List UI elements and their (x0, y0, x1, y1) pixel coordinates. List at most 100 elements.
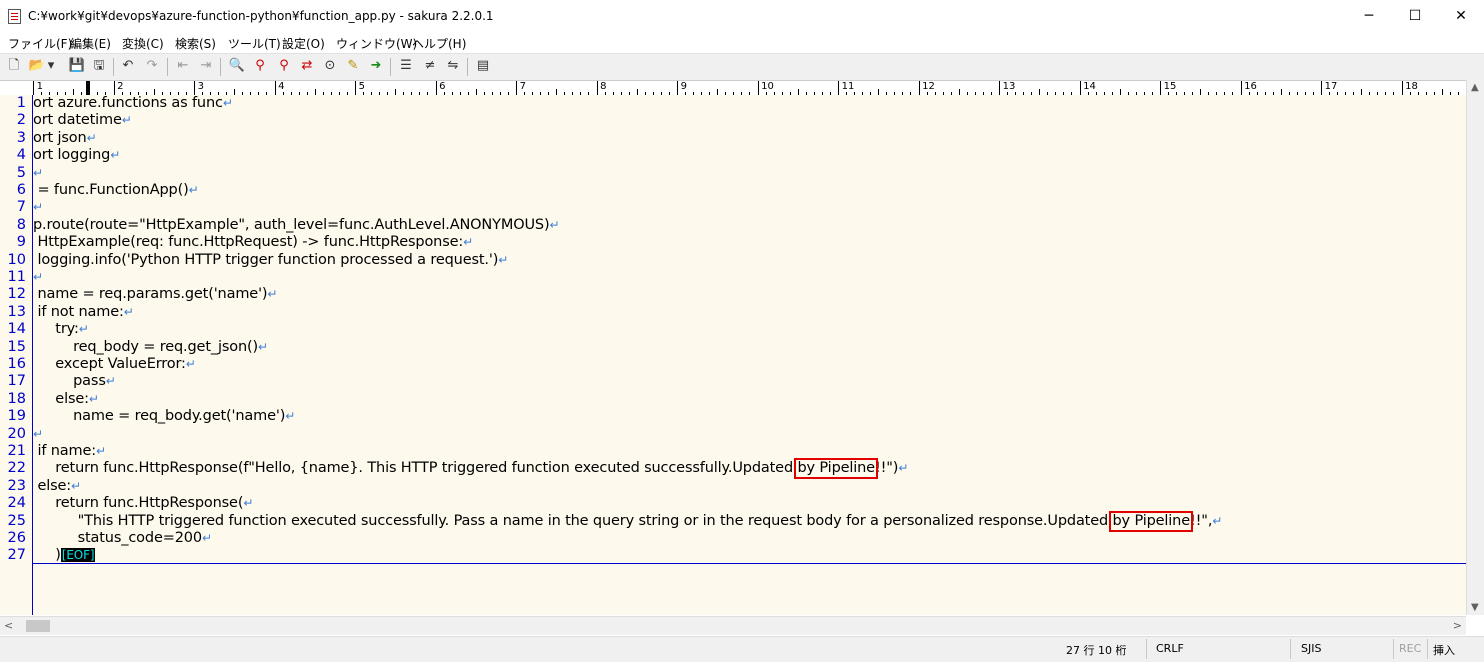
ruler-tick (516, 81, 517, 95)
menu-settings[interactable]: 設定(O) (282, 35, 325, 52)
encoding-indicator[interactable]: SJIS (1301, 642, 1321, 655)
status-separator (1290, 639, 1291, 659)
vertical-scrollbar[interactable]: ▲ ▼ (1466, 80, 1484, 615)
crlf-mark-icon: ↵ (1212, 513, 1223, 528)
highlight-box-line-25 (1109, 510, 1193, 532)
settings-icon[interactable]: ▤ (474, 57, 492, 75)
code-line[interactable]: status_code=200↵ (33, 530, 212, 548)
code-line[interactable]: name = req.params.get('name')↵ (33, 286, 277, 304)
maximize-button[interactable]: ☐ (1392, 0, 1438, 32)
scroll-down-arrow-icon[interactable]: ▼ (1471, 602, 1479, 613)
line-ending-indicator[interactable]: CRLF (1156, 642, 1184, 655)
line-number: 20 (7, 425, 26, 442)
move-next-icon[interactable]: ⇥ (197, 57, 215, 75)
jump-icon[interactable]: ➜ (367, 57, 385, 75)
horizontal-scroll-thumb[interactable] (26, 620, 50, 632)
ruler-label: 17 (1324, 81, 1338, 92)
grep-icon[interactable]: ⊙ (321, 57, 339, 75)
ruler-tick (274, 81, 276, 95)
code-line-text: return func.HttpResponse(f"Hello, {name}… (33, 460, 899, 477)
line-number: 9 (16, 234, 26, 251)
ruler-label: 10 (761, 81, 774, 92)
status-separator (1146, 639, 1147, 659)
line-number: 16 (7, 356, 26, 372)
undo-icon[interactable]: ↶ (119, 57, 137, 75)
status-separator (1427, 639, 1428, 659)
redo-icon[interactable]: ↷ (143, 57, 161, 75)
new-file-icon[interactable]: 🗋 (5, 57, 23, 75)
eof-marker: [EOF] (60, 548, 96, 563)
code-line[interactable]: else:↵ (33, 391, 99, 409)
dropdown-icon[interactable]: ▾ (46, 57, 56, 75)
menu-window[interactable]: ウィンドウ(W) (336, 35, 417, 52)
ruler-tick (838, 81, 839, 95)
menu-file[interactable]: ファイル(F) (8, 35, 72, 52)
code-line-text: try: (33, 321, 79, 338)
code-line[interactable]: logging.info('Python HTTP trigger functi… (33, 252, 508, 270)
compare-icon[interactable]: ⇋ (444, 57, 462, 75)
save-all-icon[interactable]: 🖫 (90, 57, 108, 75)
code-line[interactable]: if not name:↵ (33, 304, 133, 322)
menu-help[interactable]: ヘルプ(H) (412, 35, 466, 52)
line-number: 15 (7, 338, 26, 355)
ruler-tick (33, 81, 34, 95)
code-line[interactable]: p.route(route="HttpExample", auth_level=… (33, 217, 560, 235)
scroll-up-arrow-icon[interactable]: ▲ (1471, 82, 1479, 93)
code-line[interactable]: name = req_body.get('name')↵ (33, 408, 295, 426)
menu-edit[interactable]: 編集(E) (70, 35, 111, 52)
ruler-label: 8 (600, 81, 607, 92)
menu-search[interactable]: 検索(S) (175, 35, 216, 52)
code-text-area[interactable]: ort azure.functions as func↵ ort datetime… (33, 95, 1466, 615)
code-line[interactable]: ort datetime↵ (33, 112, 132, 130)
rec-indicator: REC (1399, 642, 1422, 655)
code-line[interactable]: HttpExample(req: func.HttpRequest) -> fu… (33, 234, 473, 252)
horizontal-scrollbar[interactable]: < > (0, 616, 1466, 635)
scroll-right-arrow-icon[interactable]: > (1453, 619, 1462, 632)
search-next-icon[interactable]: ⚲ (251, 57, 269, 75)
code-line[interactable]: ort azure.functions as func↵ (33, 95, 233, 113)
scroll-left-arrow-icon[interactable]: < (4, 619, 13, 632)
search-icon[interactable]: 🔍 (228, 57, 246, 75)
sakura-app-icon (8, 9, 21, 24)
code-line[interactable]: ↵ (33, 199, 43, 217)
code-line[interactable]: except ValueError:↵ (33, 356, 196, 374)
code-line[interactable]: return func.HttpResponse(↵ (33, 495, 253, 513)
code-line[interactable]: ↵ (33, 165, 43, 183)
close-button[interactable]: ✕ (1438, 0, 1484, 32)
toolbar-separator (167, 58, 168, 76)
outline-icon[interactable]: ☰ (397, 57, 415, 75)
code-line[interactable]: pass↵ (33, 373, 116, 391)
code-line[interactable]: if name:↵ (33, 443, 106, 461)
diff-icon[interactable]: ≠ (421, 57, 439, 75)
code-line-text: ort azure.functions as func (33, 95, 223, 111)
code-line[interactable]: return func.HttpResponse(f"Hello, {name}… (33, 460, 908, 478)
code-line-text: return func.HttpResponse( (33, 495, 244, 512)
menu-tools[interactable]: ツール(T) (228, 35, 281, 52)
code-line[interactable]: ↵ (33, 269, 43, 287)
minimize-button[interactable]: ─ (1346, 0, 1392, 32)
search-prev-icon[interactable]: ⚲ (275, 57, 293, 75)
save-icon[interactable]: 💾 (68, 57, 86, 75)
replace-icon[interactable]: ⇄ (298, 57, 316, 75)
code-line[interactable]: = func.FunctionApp()↵ (33, 182, 198, 200)
code-line[interactable]: ort json↵ (33, 130, 97, 148)
code-line[interactable]: ↵ (33, 426, 43, 444)
ruler-tick (596, 81, 598, 95)
code-line-text: else: (33, 477, 72, 494)
crlf-mark-icon: ↵ (33, 200, 43, 215)
editor-area[interactable]: 1 2 3 4 5 6 7 8 9 10 11 12 13 14 15 16 17 18 19 20 21 22 23 24 2… (0, 95, 1466, 615)
code-line-text: status_code=200 (33, 530, 203, 546)
open-folder-icon[interactable]: 📂 (28, 57, 46, 75)
insert-mode-indicator[interactable]: 挿入 (1433, 642, 1455, 658)
code-line[interactable]: ort logging↵ (33, 147, 120, 165)
move-prev-icon[interactable]: ⇤ (174, 57, 192, 75)
code-line[interactable]: req_body = req.get_json()↵ (33, 339, 268, 357)
code-line[interactable]: try:↵ (33, 321, 89, 339)
code-line[interactable]: "This HTTP triggered function executed s… (33, 513, 1223, 531)
crlf-mark-icon: ↵ (258, 339, 268, 354)
menu-convert[interactable]: 変換(C) (122, 35, 164, 52)
ruler-label: 5 (358, 81, 365, 92)
code-line[interactable]: else:↵ (33, 478, 81, 496)
code-line-text: HttpExample(req: func.HttpRequest) -> fu… (33, 234, 464, 251)
mark-icon[interactable]: ✎ (344, 57, 362, 75)
